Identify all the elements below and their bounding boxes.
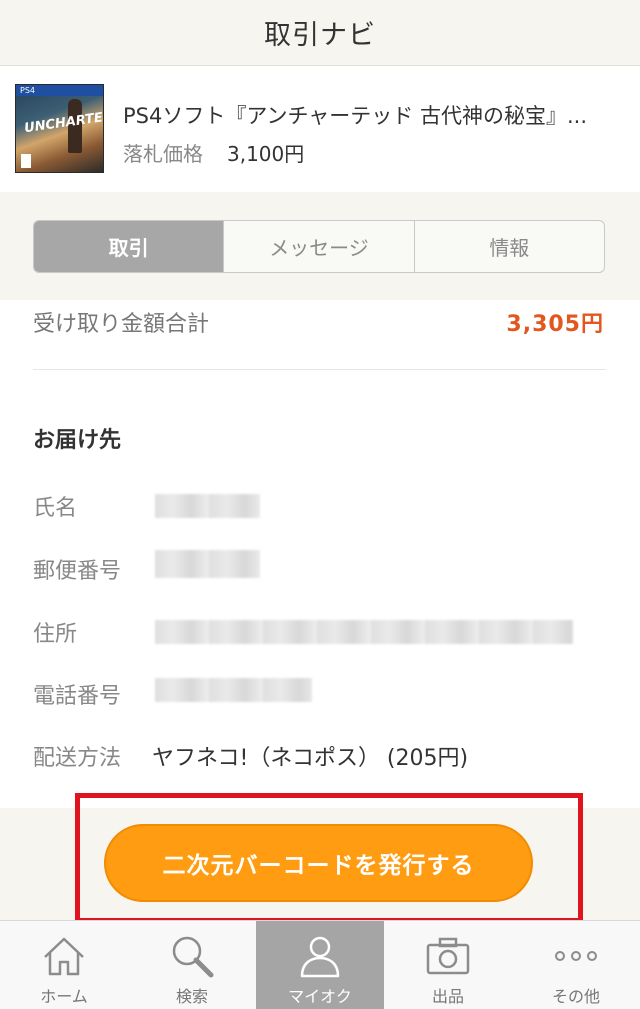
total-value: 3,305円 — [506, 312, 604, 337]
tab-message[interactable]: メッセージ — [223, 221, 413, 272]
user-icon — [295, 933, 345, 979]
page-title: 取引ナビ — [264, 20, 376, 51]
total-label: 受け取り金額合計 — [33, 312, 210, 337]
tabbar-more[interactable]: その他 — [512, 921, 640, 1009]
price-value: 3,100円 — [227, 142, 305, 166]
tabbar-more-label: その他 — [551, 987, 600, 1006]
tabbar-myauction[interactable]: マイオク — [256, 921, 384, 1009]
tabbar-search-label: 検索 — [175, 987, 208, 1006]
tabbar-myauction-label: マイオク — [288, 987, 352, 1006]
tabbar-home-label: ホーム — [40, 987, 88, 1006]
issue-barcode-button[interactable]: 二次元バーコードを発行する — [104, 824, 533, 902]
address-label: 住所 — [33, 622, 78, 647]
app-header: 取引ナビ — [0, 0, 640, 66]
divider — [33, 369, 606, 370]
delivery-section-title: お届け先 — [33, 428, 122, 453]
transaction-content: 受け取り金額合計 3,305円 お届け先 氏名 郵便番号 住所 電話番号 配送方… — [0, 300, 640, 808]
price-label: 落札価格 — [123, 142, 203, 166]
postal-value-redacted — [155, 550, 260, 578]
shipping-value: ヤフネコ!（ネコポス） (205円) — [152, 746, 469, 771]
phone-label: 電話番号 — [33, 684, 122, 709]
tabbar-sell-label: 出品 — [431, 987, 464, 1006]
tabbar-search[interactable]: 検索 — [128, 921, 256, 1009]
tab-transaction[interactable]: 取引 — [34, 221, 224, 272]
name-value-redacted — [155, 494, 260, 518]
bottom-tab-bar: ホーム 検索 マイオク 出品 その他 — [0, 920, 640, 1009]
item-name[interactable]: PS4ソフト『アンチャーテッド 古代神の秘宝』... — [123, 100, 593, 130]
more-icon — [551, 933, 601, 979]
item-summary[interactable]: PS4 UNCHARTED PS4ソフト『アンチャーテッド 古代神の秘宝』...… — [0, 66, 640, 192]
tabbar-sell[interactable]: 出品 — [384, 921, 512, 1009]
tabbar-home[interactable]: ホーム — [0, 921, 128, 1009]
postal-label: 郵便番号 — [33, 559, 122, 584]
home-icon — [39, 933, 89, 979]
tab-info[interactable]: 情報 — [413, 221, 604, 272]
transaction-tabs: 取引 メッセージ 情報 — [33, 220, 605, 273]
search-icon — [167, 933, 217, 979]
address-value-redacted — [155, 620, 573, 644]
item-thumbnail[interactable]: PS4 UNCHARTED — [15, 84, 104, 173]
name-label: 氏名 — [33, 496, 78, 521]
shipping-label: 配送方法 — [33, 746, 122, 771]
camera-icon — [423, 933, 473, 979]
phone-value-redacted — [155, 678, 312, 702]
